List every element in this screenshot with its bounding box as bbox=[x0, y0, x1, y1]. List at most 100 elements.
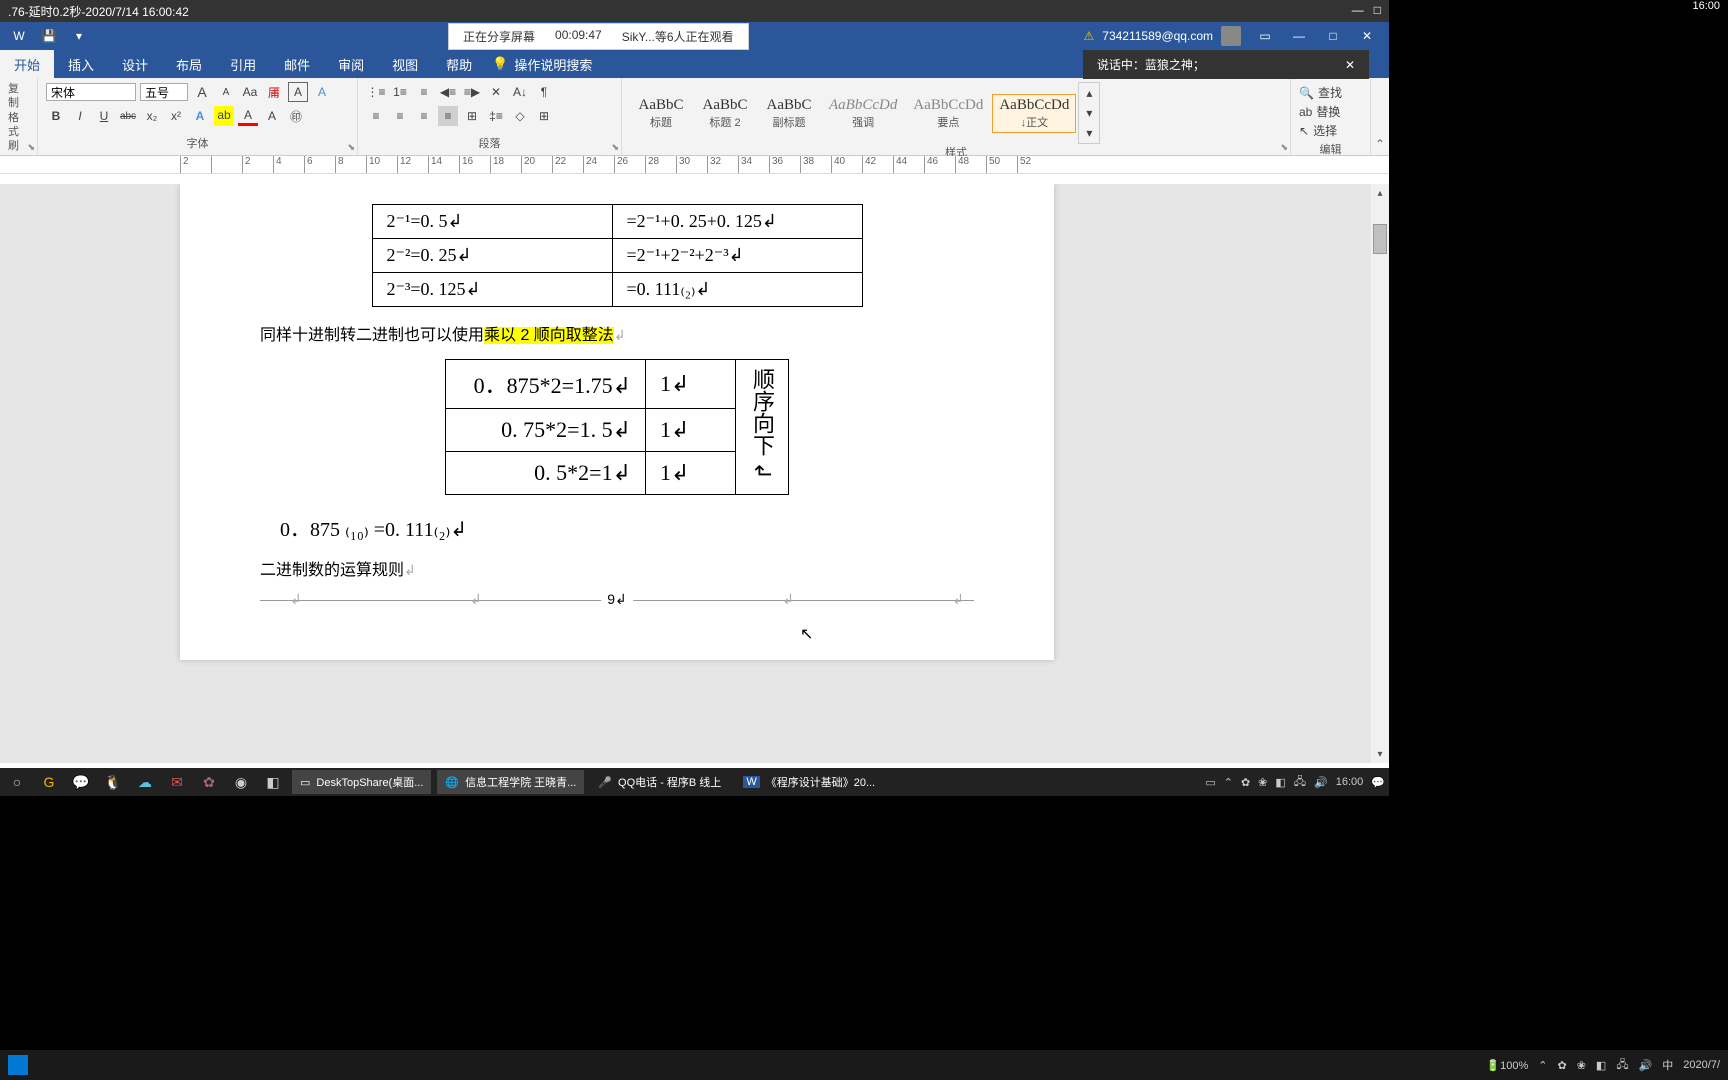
style-heading2[interactable]: AaBbC标题 2 bbox=[694, 94, 756, 133]
copy-button[interactable]: 复制 bbox=[8, 82, 29, 111]
table-cell[interactable]: 0. 5*2=1↲ bbox=[446, 452, 646, 495]
tray-icon[interactable]: ◧ bbox=[1275, 776, 1285, 789]
tab-references[interactable]: 引用 bbox=[216, 50, 270, 79]
style-heading1[interactable]: AaBbC标题 bbox=[630, 94, 692, 133]
tray-icon[interactable]: ✿ bbox=[1557, 1059, 1566, 1072]
font-size-select[interactable] bbox=[140, 83, 188, 101]
volume-icon[interactable]: 🔊 bbox=[1639, 1059, 1653, 1072]
body-paragraph[interactable]: 同样十进制转二进制也可以使用乘以 2 顺向取整法↲ bbox=[260, 321, 974, 345]
shrink-font-icon[interactable]: A bbox=[216, 82, 236, 102]
styles-gallery[interactable]: AaBbC标题 AaBbC标题 2 AaBbC副标题 AaBbCcDd强调 Aa… bbox=[630, 82, 1282, 144]
browser-icon[interactable]: G bbox=[36, 771, 62, 793]
document-page[interactable]: 2⁻¹=0. 5↲=2⁻¹+0. 25+0. 125↲ 2⁻²=0. 25↲=2… bbox=[180, 184, 1054, 660]
superscript-icon[interactable]: x² bbox=[166, 106, 186, 126]
app-icon[interactable]: ◧ bbox=[260, 771, 286, 793]
start-button[interactable] bbox=[8, 1055, 28, 1075]
clock-date[interactable]: 2020/7/ bbox=[1683, 1059, 1720, 1071]
grow-font-icon[interactable]: A bbox=[192, 82, 212, 102]
char-shading-icon[interactable]: A bbox=[262, 106, 282, 126]
battery-icon[interactable]: 🔋100% bbox=[1486, 1059, 1528, 1072]
qq-icon[interactable]: 🐧 bbox=[100, 771, 126, 793]
text-effect-icon[interactable]: A bbox=[190, 106, 210, 126]
clear-format-icon[interactable]: A bbox=[312, 82, 332, 102]
ime-indicator[interactable]: 中 bbox=[1662, 1057, 1673, 1073]
bold-icon[interactable]: B bbox=[46, 106, 66, 126]
tab-design[interactable]: 设计 bbox=[108, 50, 162, 79]
tab-home[interactable]: 开始 bbox=[0, 50, 54, 79]
tab-review[interactable]: 审阅 bbox=[324, 50, 378, 79]
phonetic-guide-icon[interactable]: 㕊 bbox=[264, 82, 284, 102]
notification-icon[interactable]: 💬 bbox=[1371, 776, 1385, 789]
font-name-select[interactable] bbox=[46, 83, 136, 101]
replace-button[interactable]: ab替换 bbox=[1299, 103, 1362, 120]
shading-icon[interactable]: ◇ bbox=[510, 106, 530, 126]
cortana-icon[interactable]: ○ bbox=[4, 771, 30, 793]
table-cell[interactable]: 1↲ bbox=[646, 360, 736, 409]
justify-icon[interactable]: ≡ bbox=[438, 106, 458, 126]
tray-time[interactable]: 16:00 bbox=[1336, 776, 1364, 788]
table-cell[interactable]: =0. 111₍₂₎↲ bbox=[612, 273, 862, 307]
align-left-icon[interactable]: ≡ bbox=[366, 106, 386, 126]
tab-view[interactable]: 视图 bbox=[378, 50, 432, 79]
avatar-icon[interactable] bbox=[1221, 26, 1241, 46]
distributed-icon[interactable]: ⊞ bbox=[462, 106, 482, 126]
highlighted-text[interactable]: 乘以 2 顺向取整法 bbox=[484, 327, 614, 344]
styles-launcher-icon[interactable]: ⬊ bbox=[1280, 142, 1288, 153]
save-icon[interactable]: 💾 bbox=[40, 27, 58, 45]
table-cell[interactable]: 2⁻²=0. 25↲ bbox=[372, 239, 612, 273]
ribbon-display-icon[interactable]: ▭ bbox=[1249, 24, 1281, 48]
table-cell[interactable]: 2⁻³=0. 125↲ bbox=[372, 273, 612, 307]
decrease-indent-icon[interactable]: ◀≡ bbox=[438, 82, 458, 102]
volume-icon[interactable]: 🔊 bbox=[1314, 776, 1328, 789]
tray-icon[interactable]: ❀ bbox=[1577, 1059, 1586, 1072]
clipboard-launcher-icon[interactable]: ⬊ bbox=[27, 142, 35, 153]
table-cell[interactable]: 1↲ bbox=[646, 409, 736, 452]
char-border-icon[interactable]: A bbox=[288, 82, 308, 102]
tab-insert[interactable]: 插入 bbox=[54, 50, 108, 79]
taskbar-item-desktopshare[interactable]: ▭DeskTopShare(桌面... bbox=[292, 770, 431, 794]
table-cell-merged[interactable]: 顺序向下 ↲ bbox=[736, 360, 789, 495]
style-strong[interactable]: AaBbCcDd要点 bbox=[906, 94, 990, 133]
result-paragraph[interactable]: 0．875 ₍₁₀₎ =0. 111₍₂₎↲ bbox=[280, 513, 974, 542]
tray-icon[interactable]: ◧ bbox=[1596, 1059, 1606, 1072]
speech-close-icon[interactable]: ✕ bbox=[1345, 58, 1355, 72]
recorder-min-icon[interactable]: — bbox=[1352, 3, 1364, 17]
select-button[interactable]: ↖选择 bbox=[1299, 122, 1362, 139]
chrome-icon[interactable]: ◉ bbox=[228, 771, 254, 793]
horizontal-ruler[interactable]: 2 24 68 1012 1416 1820 2224 2628 3032 34… bbox=[0, 156, 1389, 174]
tray-up-icon[interactable]: ⌃ bbox=[1224, 776, 1233, 789]
font-launcher-icon[interactable]: ⬊ bbox=[347, 142, 355, 153]
multilevel-icon[interactable]: ≡ bbox=[414, 82, 434, 102]
account-email[interactable]: 734211589@qq.com bbox=[1102, 29, 1213, 43]
qat-more-icon[interactable]: ▾ bbox=[70, 27, 88, 45]
table-cell[interactable]: =2⁻¹+2⁻²+2⁻³↲ bbox=[612, 239, 862, 273]
scroll-up-icon[interactable]: ▴ bbox=[1371, 184, 1389, 202]
line-spacing-icon[interactable]: ‡≡ bbox=[486, 106, 506, 126]
tray-icon[interactable]: ✿ bbox=[1241, 776, 1250, 789]
italic-icon[interactable]: I bbox=[70, 106, 90, 126]
tab-layout[interactable]: 布局 bbox=[162, 50, 216, 79]
styles-scroll-up-icon[interactable]: ▴ bbox=[1079, 83, 1099, 103]
tray-up-icon[interactable]: ⌃ bbox=[1538, 1059, 1547, 1072]
taskbar-item-browser[interactable]: 🌐信息工程学院 王晓青... bbox=[437, 770, 584, 794]
change-case-icon[interactable]: Aa bbox=[240, 82, 260, 102]
tab-mailings[interactable]: 邮件 bbox=[270, 50, 324, 79]
table-cell[interactable]: =2⁻¹+0. 25+0. 125↲ bbox=[612, 205, 862, 239]
show-marks-icon[interactable]: ¶ bbox=[534, 82, 554, 102]
styles-more-icon[interactable]: ▾ bbox=[1079, 123, 1099, 143]
close-icon[interactable]: ✕ bbox=[1351, 24, 1383, 48]
taskbar-item-qqcall[interactable]: 🎤QQ电话 - 程序B 线上 bbox=[590, 770, 729, 794]
subscript-icon[interactable]: x₂ bbox=[142, 106, 162, 126]
strike-icon[interactable]: abc bbox=[118, 106, 138, 126]
cloud-icon[interactable]: ☁ bbox=[132, 771, 158, 793]
borders-icon[interactable]: ⊞ bbox=[534, 106, 554, 126]
puzzle-icon[interactable]: ✿ bbox=[196, 771, 222, 793]
table-cell[interactable]: 0. 75*2=1. 5↲ bbox=[446, 409, 646, 452]
minimize-icon[interactable]: — bbox=[1283, 24, 1315, 48]
table-cell[interactable]: 2⁻¹=0. 5↲ bbox=[372, 205, 612, 239]
tab-help[interactable]: 帮助 bbox=[432, 50, 486, 79]
increase-indent-icon[interactable]: ≡▶ bbox=[462, 82, 482, 102]
network-icon[interactable]: 🖧 bbox=[1616, 1056, 1628, 1075]
heading-paragraph[interactable]: 二进制数的运算规则↲ bbox=[260, 556, 974, 580]
taskbar-item-word[interactable]: W《程序设计基础》20... bbox=[735, 770, 883, 794]
